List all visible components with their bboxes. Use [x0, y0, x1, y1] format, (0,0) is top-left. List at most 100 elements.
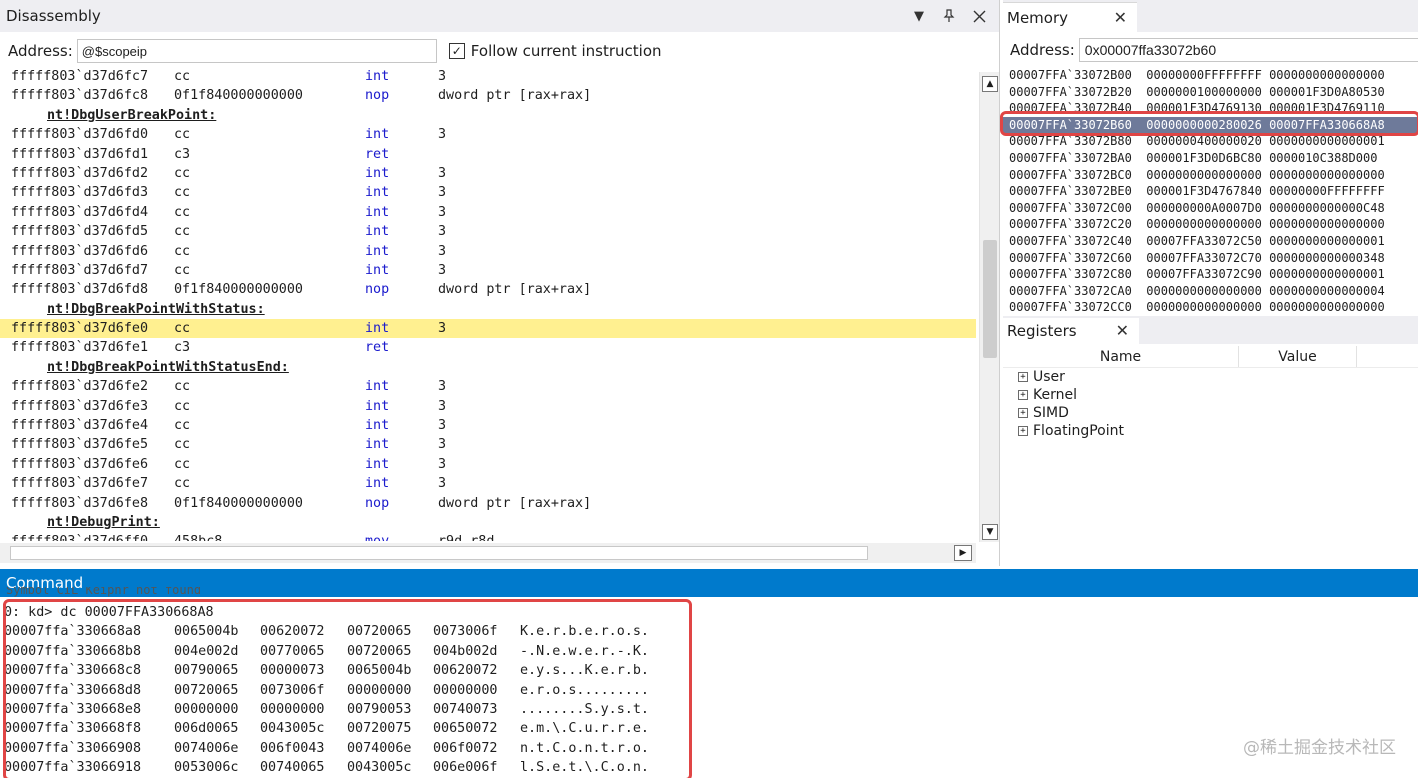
- close-icon[interactable]: ✕: [1114, 8, 1127, 27]
- symbol-label: nt!DbgBreakPointWithStatus:: [47, 301, 265, 317]
- instruction-address: fffff803`d37d6fd2: [11, 165, 149, 181]
- symbol-line[interactable]: nt!DbgBreakPointWithStatusEnd:: [0, 358, 976, 377]
- instruction-opcode: int: [365, 262, 390, 278]
- instruction-bytes: 0f1f840000000000: [174, 88, 303, 104]
- disassembly-listing[interactable]: fffff803`d37d6fc7 cc int 3 fffff803`d37d6fc8…: [0, 67, 976, 541]
- instruction-address: fffff803`d37d6fd8: [11, 282, 149, 298]
- instruction-operands: 3: [438, 379, 447, 395]
- scroll-up-icon[interactable]: ▲: [982, 76, 998, 92]
- instruction-line[interactable]: fffff803`d37d6fe6 cc int 3: [0, 455, 976, 474]
- instruction-line[interactable]: fffff803`d37d6fe7 cc int 3: [0, 474, 976, 493]
- memory-row[interactable]: 00007FFA`33072BE0 000001F3D4767840 00000…: [1003, 183, 1418, 200]
- symbol-label: nt!DbgUserBreakPoint:: [47, 107, 217, 123]
- instruction-line[interactable]: fffff803`d37d6fd4 cc int 3: [0, 203, 976, 222]
- instruction-line[interactable]: fffff803`d37d6fd0 cc int 3: [0, 125, 976, 144]
- memory-address-input[interactable]: [1078, 38, 1418, 62]
- disassembly-vertical-scrollbar[interactable]: ▲ ▼: [979, 72, 999, 542]
- memory-row[interactable]: 00007FFA`33072CC0 0000000000000000 00000…: [1003, 299, 1418, 316]
- expand-icon[interactable]: +: [1018, 426, 1028, 436]
- memory-row[interactable]: 00007FFA`33072C40 00007FFA33072C50 00000…: [1003, 233, 1418, 250]
- dump-dword: 00650072: [433, 721, 498, 737]
- close-icon[interactable]: [969, 6, 989, 26]
- instruction-line[interactable]: fffff803`d37d6fe1 c3 ret: [0, 338, 976, 357]
- memory-row[interactable]: 00007FFA`33072BA0 000001F3D0D6BC80 00000…: [1003, 150, 1418, 167]
- instruction-bytes: cc: [174, 456, 191, 472]
- follow-checkbox[interactable]: ✓: [448, 43, 465, 59]
- instruction-operands: 3: [438, 418, 447, 434]
- follow-current-instruction[interactable]: ✓ Follow current instruction: [448, 42, 662, 60]
- instruction-bytes: cc: [174, 204, 191, 220]
- instruction-line[interactable]: fffff803`d37d6fd1 c3 ret: [0, 145, 976, 164]
- dump-dword: 00720065: [174, 682, 239, 698]
- memory-row[interactable]: 00007FFA`33072CA0 0000000000000000 00000…: [1003, 283, 1418, 300]
- memory-row[interactable]: 00007FFA`33072B40 000001F3D4769130 00000…: [1003, 100, 1418, 117]
- expand-icon[interactable]: +: [1018, 390, 1028, 400]
- hscroll-thumb[interactable]: [10, 546, 868, 560]
- register-group-floatingpoint[interactable]: + FloatingPoint: [1018, 422, 1124, 440]
- memory-row[interactable]: 00007FFA`33072B20 0000000100000000 00000…: [1003, 84, 1418, 101]
- memory-row[interactable]: 00007FFA`33072C20 0000000000000000 00000…: [1003, 216, 1418, 233]
- instruction-line[interactable]: fffff803`d37d6fd2 cc int 3: [0, 164, 976, 183]
- register-group-kernel[interactable]: + Kernel: [1018, 386, 1124, 404]
- instruction-line[interactable]: fffff803`d37d6fc7 cc int 3: [0, 67, 976, 86]
- close-icon[interactable]: ✕: [1116, 321, 1129, 340]
- tab-registers[interactable]: Registers ✕: [1003, 318, 1139, 344]
- instruction-address: fffff803`d37d6fd1: [11, 146, 149, 162]
- memory-row[interactable]: 00007FFA`33072C00 000000000A0007D0 00000…: [1003, 200, 1418, 217]
- instruction-line[interactable]: fffff803`d37d6fc8 0f1f840000000000 nop dwor…: [0, 86, 976, 105]
- memory-row-selected[interactable]: 00007FFA`33072B60 0000000000280026 00007…: [1003, 116, 1418, 134]
- symbol-label: nt!DebugPrint:: [47, 514, 160, 530]
- instruction-bytes: cc: [174, 437, 191, 453]
- scroll-right-icon[interactable]: ▶: [954, 545, 972, 561]
- scroll-down-icon[interactable]: ▼: [982, 524, 998, 540]
- column-value[interactable]: Value: [1239, 346, 1357, 367]
- instruction-line[interactable]: fffff803`d37d6fe5 cc int 3: [0, 435, 976, 454]
- memory-row[interactable]: 00007FFA`33072B00 00000000FFFFFFFF 00000…: [1003, 67, 1418, 84]
- tab-memory[interactable]: Memory ✕: [1003, 2, 1137, 32]
- dump-dword: 0043005c: [260, 721, 325, 737]
- memory-row[interactable]: 00007FFA`33072C60 00007FFA33072C70 00000…: [1003, 250, 1418, 267]
- memory-row[interactable]: 00007FFA`33072C80 00007FFA33072C90 00000…: [1003, 266, 1418, 283]
- pin-icon[interactable]: [939, 6, 959, 26]
- command-output-row: 00007ffa`330668a8 0065004b 00620072 0072006…: [0, 622, 1418, 641]
- dump-dword: 0073006f: [433, 624, 498, 640]
- dump-dword: 00720075: [347, 721, 412, 737]
- disassembly-address-input[interactable]: [76, 39, 437, 63]
- instruction-line[interactable]: fffff803`d37d6fd3 cc int 3: [0, 183, 976, 202]
- instruction-line[interactable]: fffff803`d37d6fd6 cc int 3: [0, 242, 976, 261]
- instruction-line[interactable]: fffff803`d37d6fe8 0f1f840000000000 nop dwor…: [0, 494, 976, 513]
- dump-dword: 00000000: [174, 701, 239, 717]
- column-name[interactable]: Name: [1003, 346, 1239, 367]
- memory-row[interactable]: 00007FFA`33072B80 0000000400000020 00000…: [1003, 133, 1418, 150]
- expand-icon[interactable]: +: [1018, 372, 1028, 382]
- disassembly-horizontal-scrollbar[interactable]: ▶: [0, 543, 976, 563]
- expand-icon[interactable]: +: [1018, 408, 1028, 418]
- memory-row[interactable]: 00007FFA`33072BC0 0000000000000000 00000…: [1003, 167, 1418, 184]
- memory-tabbar: Memory ✕: [1003, 0, 1418, 32]
- instruction-opcode: int: [365, 127, 390, 143]
- command-output-row: 00007ffa`330668f8 006d0065 0043005c 0072007…: [0, 719, 1418, 738]
- instruction-operands: dword ptr [rax+rax]: [438, 88, 592, 104]
- instruction-operands: 3: [438, 398, 447, 414]
- register-group-simd[interactable]: + SIMD: [1018, 404, 1124, 422]
- register-group-user[interactable]: + User: [1018, 368, 1124, 386]
- instruction-line[interactable]: fffff803`d37d6fe2 cc int 3: [0, 377, 976, 396]
- instruction-line[interactable]: fffff803`d37d6fe4 cc int 3: [0, 416, 976, 435]
- symbol-line[interactable]: nt!DbgUserBreakPoint:: [0, 106, 976, 125]
- instruction-line[interactable]: fffff803`d37d6fe3 cc int 3: [0, 397, 976, 416]
- instruction-line[interactable]: fffff803`d37d6fd7 cc int 3: [0, 261, 976, 280]
- symbol-line[interactable]: nt!DbgBreakPointWithStatus:: [0, 300, 976, 319]
- dump-address: 00007ffa`330668e8: [4, 701, 142, 717]
- scroll-thumb[interactable]: [983, 240, 997, 358]
- command-output[interactable]: 0: kd> dc 00007FFA330668A8 00007ffa`3306…: [0, 603, 1418, 778]
- registers-tabbar: Registers ✕: [1003, 316, 1418, 344]
- symbol-line[interactable]: nt!DebugPrint:: [0, 513, 976, 532]
- current-instruction-line[interactable]: fffff803`d37d6fe0 cc int 3: [0, 319, 976, 339]
- instruction-line[interactable]: fffff803`d37d6ff0 458bc8 mov r9d,r8d: [0, 532, 976, 541]
- watermark: @稀土掘金技术社区: [1243, 738, 1396, 758]
- instruction-bytes: 0f1f840000000000: [174, 495, 303, 511]
- memory-listing[interactable]: 00007FFA`33072B00 00000000FFFFFFFF 00000…: [1003, 67, 1418, 316]
- dropdown-icon[interactable]: ▼: [909, 6, 929, 26]
- instruction-line[interactable]: fffff803`d37d6fd8 0f1f840000000000 nop dwor…: [0, 280, 976, 299]
- instruction-line[interactable]: fffff803`d37d6fd5 cc int 3: [0, 222, 976, 241]
